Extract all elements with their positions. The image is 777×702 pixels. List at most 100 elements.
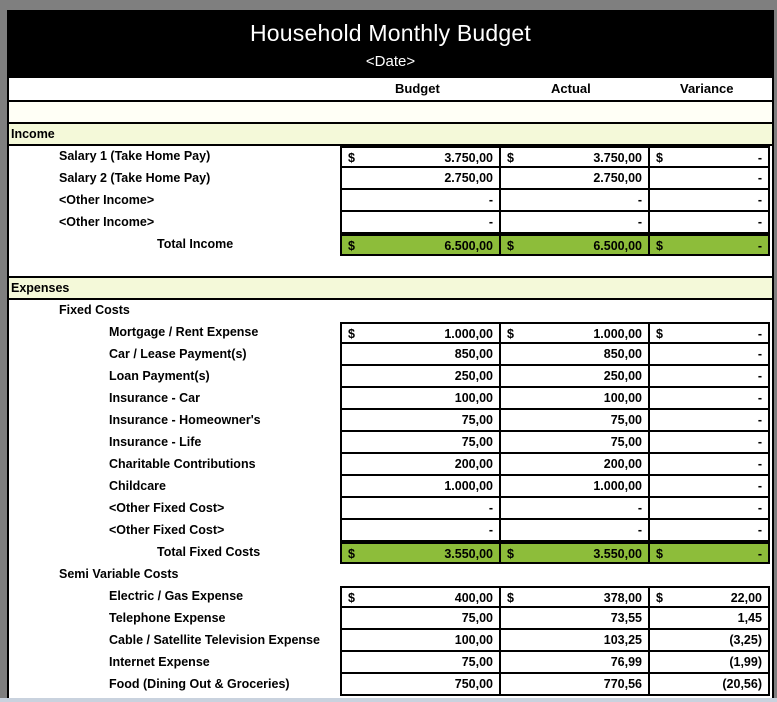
row-cells: $3.550,00 $3.550,00 $ -: [340, 542, 770, 564]
cell-variance[interactable]: (20,56): [648, 674, 770, 696]
budget-sheet: Household Monthly Budget <Date> Budget A…: [7, 10, 774, 702]
column-header-actual: Actual: [551, 81, 591, 96]
cell-actual[interactable]: 250,00: [499, 366, 648, 388]
row-cells: ---: [340, 190, 770, 212]
value-variance: -: [757, 215, 762, 229]
subsection-semi-variable-costs: Semi Variable Costs: [9, 564, 772, 586]
row-label: Food (Dining Out & Groceries): [109, 677, 290, 691]
row-label: Charitable Contributions: [109, 457, 256, 471]
spacer: [9, 256, 772, 278]
cell-budget[interactable]: $400,00: [340, 586, 499, 608]
cell-budget[interactable]: 75,00: [340, 410, 499, 432]
cell-actual[interactable]: 200,00: [499, 454, 648, 476]
value-actual: 73,55: [610, 611, 642, 625]
cell-actual[interactable]: -: [499, 190, 648, 212]
cell-variance[interactable]: -: [648, 410, 770, 432]
cell-budget[interactable]: -: [340, 498, 499, 520]
cell-variance[interactable]: -: [648, 476, 770, 498]
cell-budget[interactable]: 750,00: [340, 674, 499, 696]
cell-actual[interactable]: 100,00: [499, 388, 648, 410]
cell-variance[interactable]: -: [648, 190, 770, 212]
horizontal-scrollbar[interactable]: [0, 698, 777, 702]
cell-variance[interactable]: $ -: [648, 234, 770, 256]
cell-budget[interactable]: 75,00: [340, 608, 499, 630]
cell-actual[interactable]: $378,00: [499, 586, 648, 608]
currency-symbol: $: [507, 327, 514, 341]
cell-variance[interactable]: $22,00: [648, 586, 770, 608]
cell-variance[interactable]: -: [648, 366, 770, 388]
cell-variance[interactable]: -: [648, 212, 770, 234]
cell-budget[interactable]: -: [340, 520, 499, 542]
value-actual: 378,00: [603, 591, 642, 605]
cell-actual[interactable]: $6.500,00: [499, 234, 648, 256]
cell-actual[interactable]: -: [499, 520, 648, 542]
cell-budget[interactable]: 75,00: [340, 652, 499, 674]
cell-budget[interactable]: 200,00: [340, 454, 499, 476]
currency-symbol: $: [507, 151, 514, 165]
cell-variance[interactable]: -: [648, 498, 770, 520]
table-row: Car / Lease Payment(s) 850,00 850,00 -: [9, 344, 772, 366]
cell-actual[interactable]: 103,25: [499, 630, 648, 652]
row-label: Telephone Expense: [109, 611, 226, 625]
cell-actual[interactable]: -: [499, 212, 648, 234]
cell-actual[interactable]: 770,56: [499, 674, 648, 696]
value-budget: -: [488, 523, 493, 537]
cell-budget[interactable]: 850,00: [340, 344, 499, 366]
cell-variance[interactable]: $ -: [648, 322, 770, 344]
cell-variance[interactable]: -: [648, 454, 770, 476]
cell-actual[interactable]: 73,55: [499, 608, 648, 630]
row-label: Car / Lease Payment(s): [109, 347, 247, 361]
column-header-variance: Variance: [680, 81, 734, 96]
cell-actual[interactable]: $3.750,00: [499, 146, 648, 168]
cell-budget[interactable]: 250,00: [340, 366, 499, 388]
cell-variance[interactable]: (1,99): [648, 652, 770, 674]
cell-budget[interactable]: 2.750,00: [340, 168, 499, 190]
cell-budget[interactable]: 100,00: [340, 388, 499, 410]
value-budget: 1.000,00: [444, 479, 493, 493]
cell-variance[interactable]: $ -: [648, 146, 770, 168]
cell-budget[interactable]: $3.750,00: [340, 146, 499, 168]
cell-budget[interactable]: -: [340, 190, 499, 212]
table-row: Telephone Expense 75,00 73,55 1,45: [9, 608, 772, 630]
cell-budget[interactable]: $6.500,00: [340, 234, 499, 256]
value-variance: -: [757, 239, 762, 253]
value-actual: -: [637, 193, 642, 207]
cell-actual[interactable]: 75,00: [499, 410, 648, 432]
cell-variance[interactable]: -: [648, 388, 770, 410]
row-label: Insurance - Homeowner's: [109, 413, 261, 427]
cell-variance[interactable]: $ -: [648, 542, 770, 564]
cell-variance[interactable]: -: [648, 344, 770, 366]
cell-actual[interactable]: 850,00: [499, 344, 648, 366]
blank-row: [9, 102, 772, 124]
cell-budget[interactable]: $3.550,00: [340, 542, 499, 564]
cell-variance[interactable]: -: [648, 432, 770, 454]
cell-variance[interactable]: -: [648, 520, 770, 542]
cell-variance[interactable]: -: [648, 168, 770, 190]
cell-budget[interactable]: 1.000,00: [340, 476, 499, 498]
value-variance: (3,25): [729, 633, 762, 647]
cell-budget[interactable]: -: [340, 212, 499, 234]
row-label: Electric / Gas Expense: [109, 589, 244, 603]
cell-budget[interactable]: $1.000,00: [340, 322, 499, 344]
table-row: Food (Dining Out & Groceries) 750,00 770,5…: [9, 674, 772, 696]
value-budget: 75,00: [461, 413, 493, 427]
row-cells: $6.500,00 $6.500,00 $ -: [340, 234, 770, 256]
cell-variance[interactable]: (3,25): [648, 630, 770, 652]
table-row: Cable / Satellite Television Expense 100,…: [9, 630, 772, 652]
cell-actual[interactable]: 75,00: [499, 432, 648, 454]
value-actual: 3.750,00: [593, 151, 642, 165]
cell-actual[interactable]: $1.000,00: [499, 322, 648, 344]
cell-variance[interactable]: 1,45: [648, 608, 770, 630]
value-variance: -: [757, 523, 762, 537]
cell-actual[interactable]: 1.000,00: [499, 476, 648, 498]
cell-budget[interactable]: 75,00: [340, 432, 499, 454]
cell-actual[interactable]: $3.550,00: [499, 542, 648, 564]
cell-budget[interactable]: 100,00: [340, 630, 499, 652]
cell-actual[interactable]: 2.750,00: [499, 168, 648, 190]
value-actual: 76,99: [610, 655, 642, 669]
row-label: Salary 2 (Take Home Pay): [59, 171, 211, 185]
cell-actual[interactable]: 76,99: [499, 652, 648, 674]
cell-actual[interactable]: -: [499, 498, 648, 520]
value-actual: 1.000,00: [593, 327, 642, 341]
date-field[interactable]: <Date>: [9, 53, 772, 70]
